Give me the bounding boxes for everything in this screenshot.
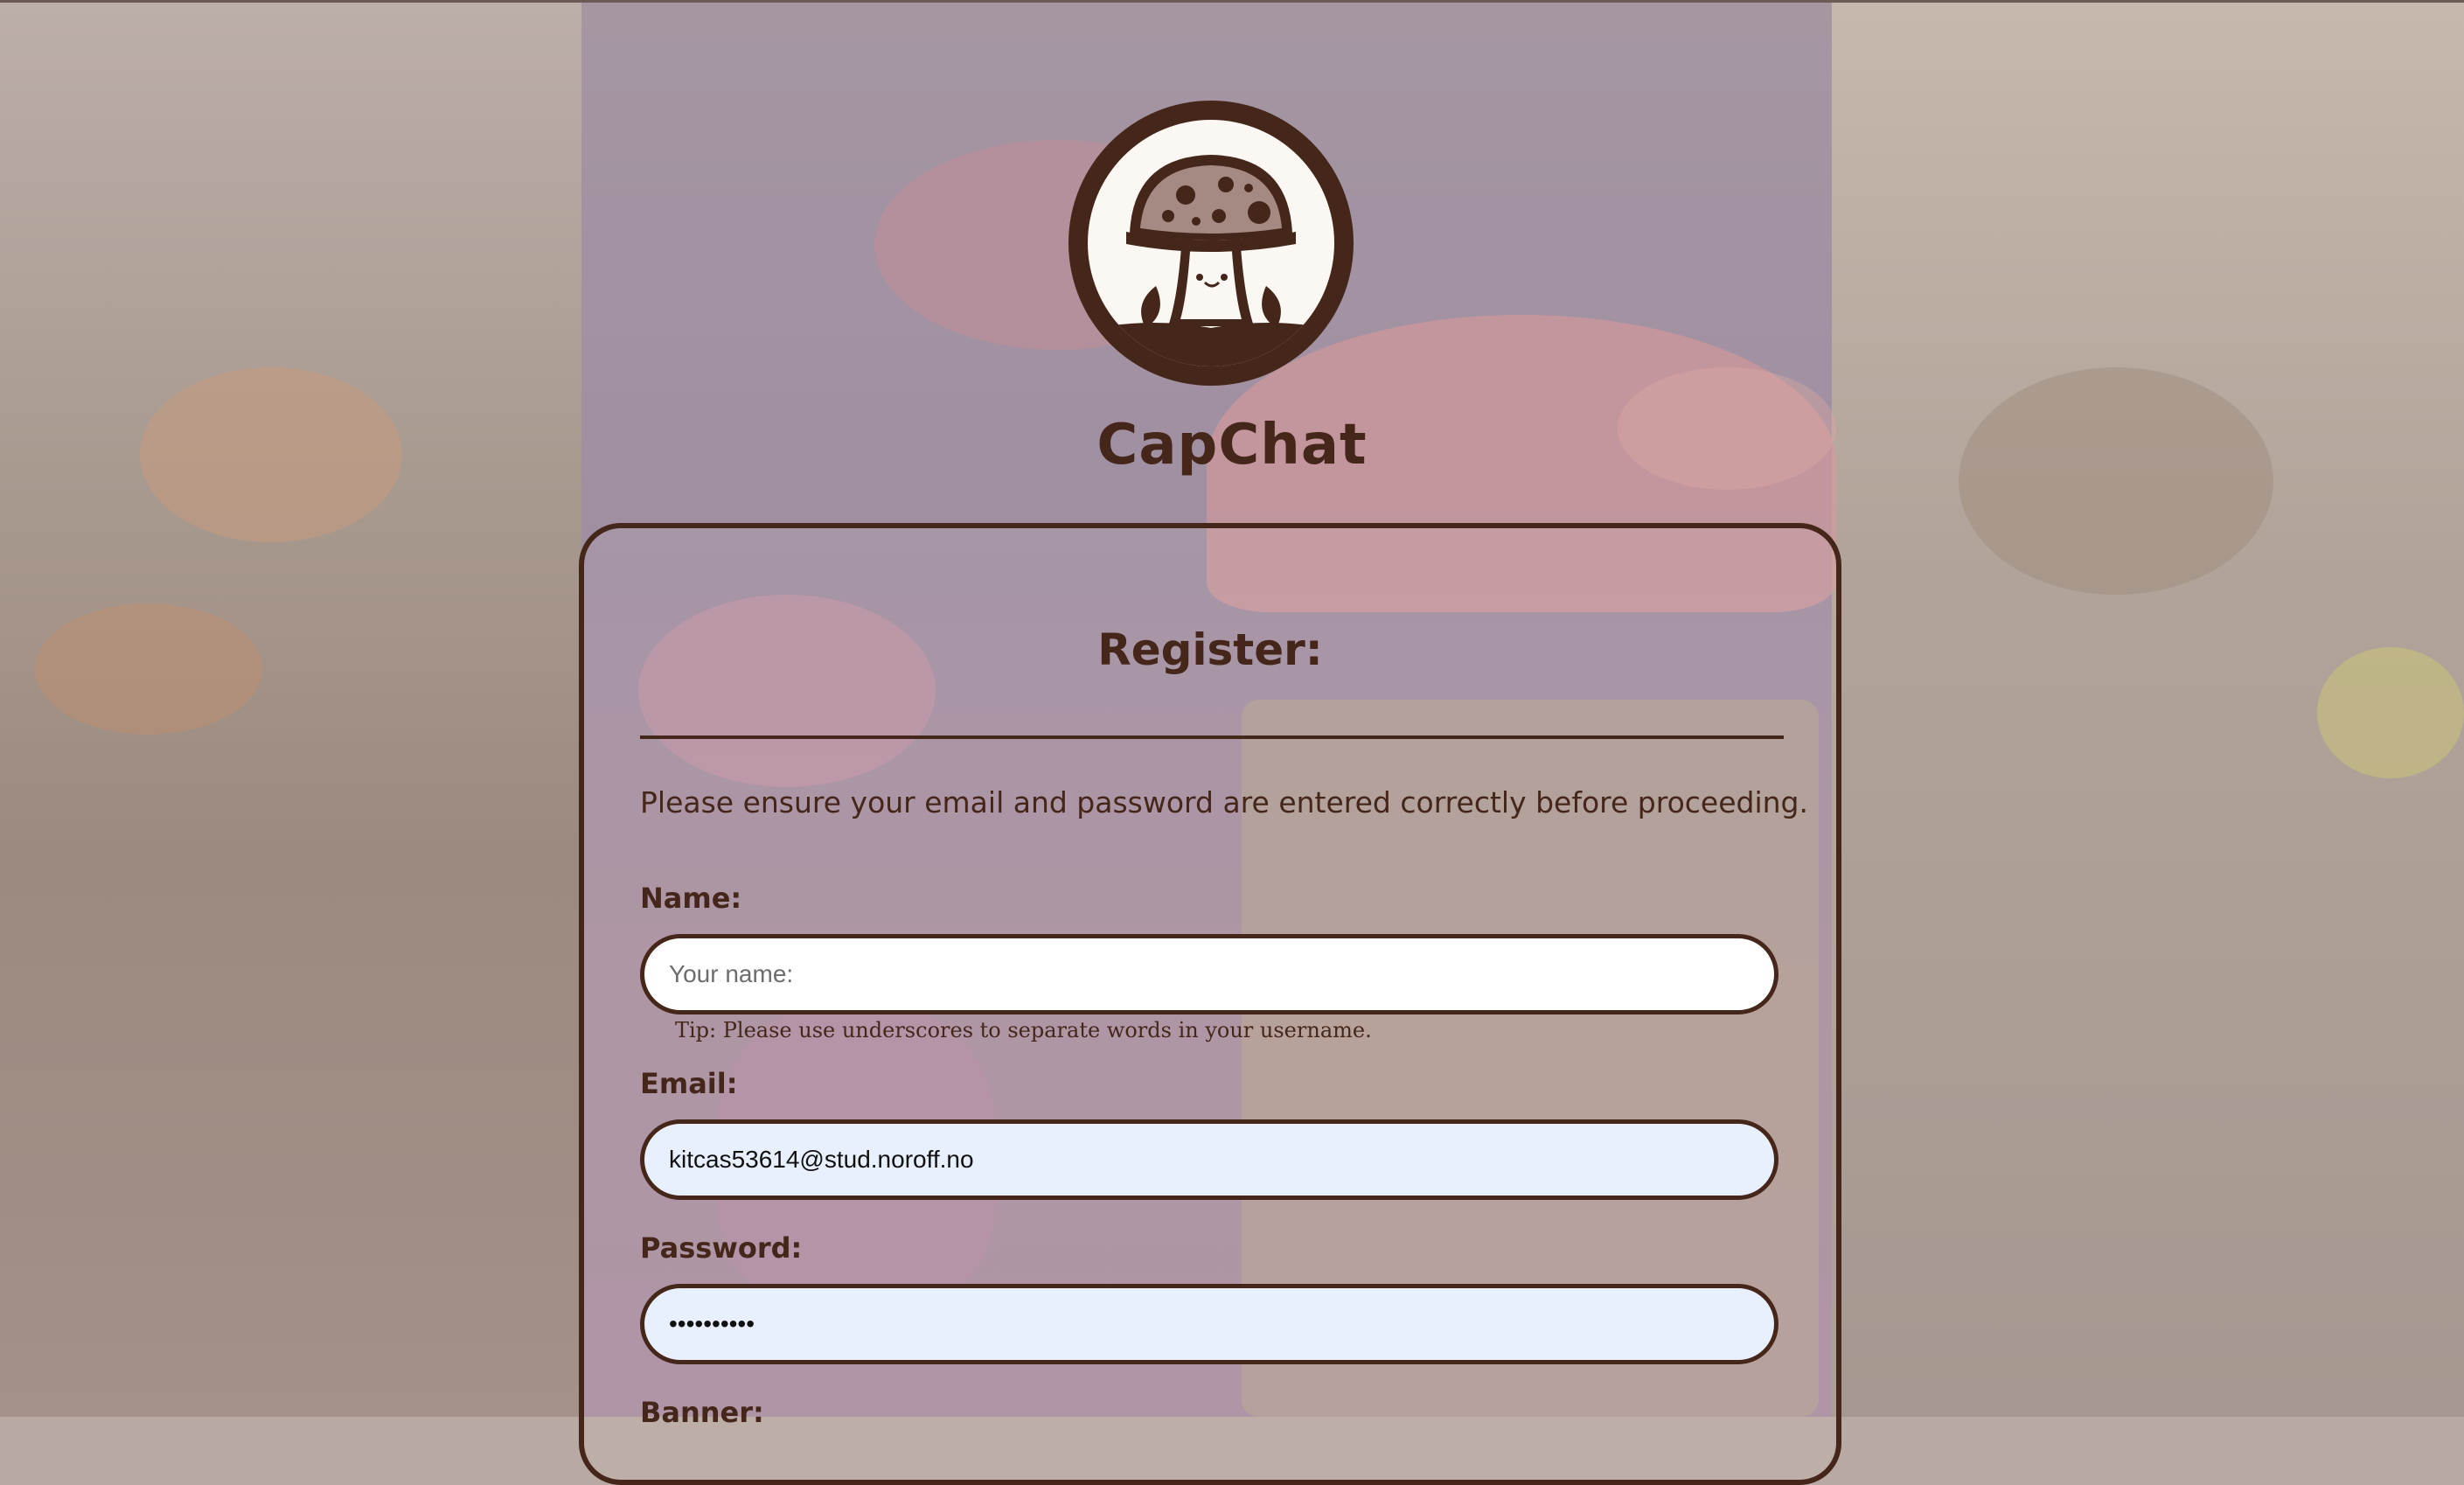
- register-heading: Register:: [1097, 624, 1323, 675]
- username-tip: Tip: Please use underscores to separate …: [675, 1018, 1372, 1042]
- app-title: CapChat: [1096, 413, 1368, 478]
- mushroom-icon: [1088, 120, 1334, 366]
- password-label: Password:: [640, 1231, 803, 1265]
- logo: [1068, 101, 1354, 386]
- banner-label: Banner:: [640, 1396, 764, 1429]
- register-card: Register: Please ensure your email and p…: [579, 523, 1841, 1485]
- bg-mushroom: [35, 603, 262, 735]
- notice-text: Please ensure your email and password ar…: [640, 785, 1808, 819]
- bg-mushroom: [1959, 367, 2273, 595]
- email-input[interactable]: [640, 1119, 1778, 1200]
- divider: [640, 736, 1784, 739]
- bg-foliage: [2317, 647, 2464, 778]
- name-input[interactable]: [640, 934, 1778, 1014]
- password-input[interactable]: [640, 1284, 1778, 1364]
- email-label: Email:: [640, 1067, 738, 1100]
- name-label: Name:: [640, 882, 742, 915]
